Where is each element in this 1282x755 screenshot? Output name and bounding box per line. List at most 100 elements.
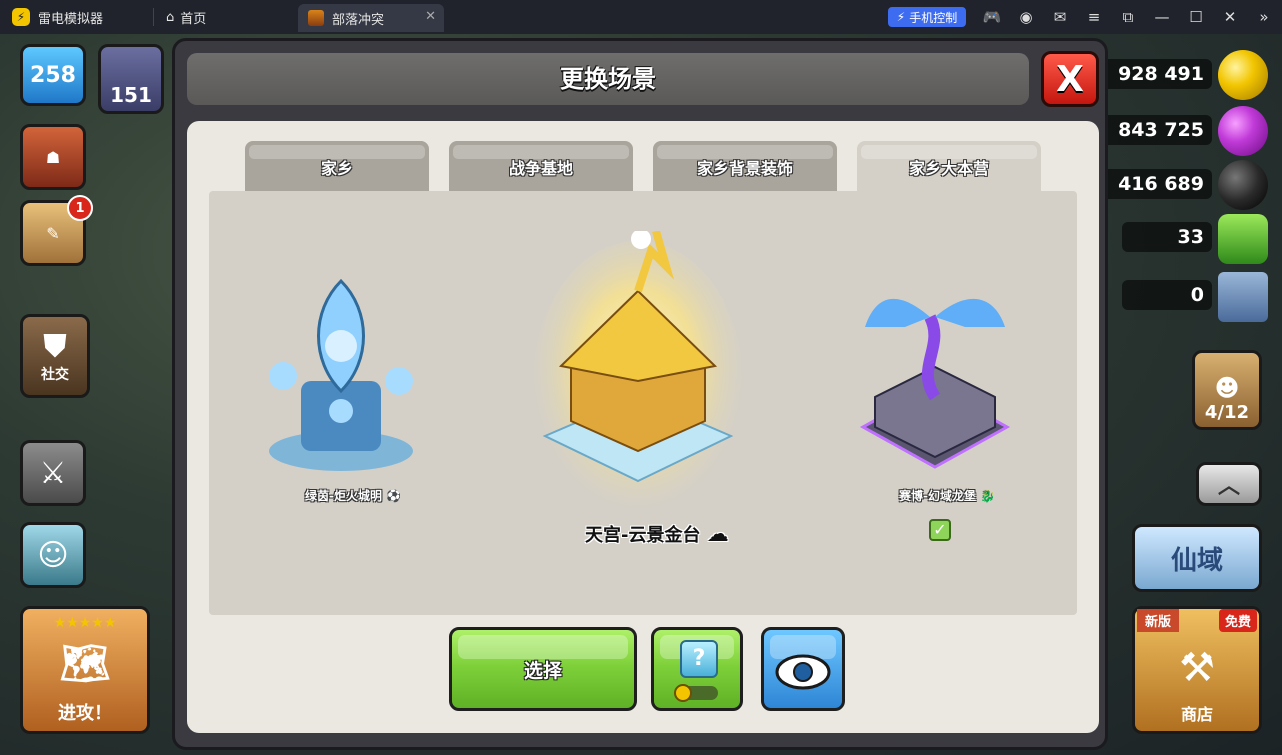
dialog-title: 更换场景: [560, 65, 656, 93]
golden-palace-town-hall-icon: [533, 229, 743, 521]
scene-right-name: 赛博-幻域龙堡: [899, 489, 976, 503]
close-tab-icon[interactable]: ✕: [425, 9, 436, 24]
notification-count: 1: [75, 200, 85, 216]
tab-home-scenery-label: 家乡背景装饰: [696, 159, 793, 178]
hammer-icon: ⚒: [1179, 645, 1215, 691]
stars-icon: ★★★★★: [53, 615, 117, 631]
scene-option-left[interactable]: [261, 271, 421, 481]
preview-button[interactable]: [761, 627, 845, 711]
scene-left-label: 绿茵-炬火城明 ⚽: [305, 487, 401, 504]
barbarian-icon[interactable]: ☺: [20, 522, 86, 588]
elixir-icon: [1218, 106, 1268, 156]
change-scene-dialog: 更换场景 X 家乡 战争基地 家乡背景装饰 家乡大本营 绿茵-炬火城明 ⚽ 天宫…: [172, 38, 1108, 750]
scene-center-label: 天宫-云景金台 ☁: [585, 521, 729, 547]
torch-town-hall-icon: [269, 278, 413, 471]
scene-left-name: 绿茵-炬火城明: [305, 489, 382, 503]
tab-home-scenery[interactable]: 家乡背景装饰: [653, 141, 837, 193]
news-icon[interactable]: ✎ 1: [20, 195, 93, 266]
scene-option-right[interactable]: [855, 287, 1015, 477]
dialog-header: 更换场景: [187, 53, 1029, 105]
gems-amount: 33: [1122, 222, 1212, 252]
shield-icon: ⛊: [43, 328, 67, 364]
scene-option-center[interactable]: [531, 229, 745, 521]
tab-town-hall[interactable]: 家乡大本营: [857, 141, 1041, 193]
scene-center-name: 天宫-云景金台: [585, 525, 701, 546]
window-controls: 🎮 ◉ ✉ ≡ ⧉ — ☐ ✕ »: [982, 0, 1274, 34]
maximize-icon[interactable]: ☐: [1186, 8, 1206, 26]
mail-icon[interactable]: ✉: [1050, 8, 1070, 26]
builders-button[interactable]: ☻ 4/12: [1192, 350, 1262, 430]
builder-icon: ☻: [1214, 374, 1240, 402]
dark-elixir-value: 416 689: [1118, 173, 1204, 195]
minimize-icon[interactable]: —: [1152, 8, 1172, 26]
home-icon: ⌂: [166, 9, 175, 25]
equipped-checkbox: ✓: [929, 519, 951, 541]
social-button[interactable]: ⛊ 社交: [20, 314, 90, 398]
toggle-knob: [674, 684, 692, 702]
event-label: 仙域: [1170, 545, 1223, 576]
chevron-up-icon: ︿: [1217, 474, 1240, 499]
shop-button[interactable]: 新版 免费 ⚒ 商店: [1132, 606, 1262, 734]
close-dialog-button[interactable]: X: [1041, 51, 1099, 107]
game-thumbnail-icon: [308, 10, 324, 26]
level-number: 151: [110, 83, 152, 107]
ticket-icon[interactable]: [1218, 272, 1268, 322]
soccer-ball-icon: ⚽: [386, 489, 402, 503]
swords-icon[interactable]: ⚔: [20, 440, 86, 506]
scene-right-label: 赛博-幻域龙堡 🐉: [899, 487, 995, 504]
dragon-icon: 🐉: [980, 489, 996, 503]
tab-home-label: 家乡: [320, 159, 353, 178]
event-banner[interactable]: 仙域: [1132, 524, 1262, 592]
mystery-cube-icon: ?: [680, 640, 718, 678]
toggle-switch[interactable]: [674, 684, 718, 702]
attack-button[interactable]: ★★★★★ 🗺 进攻！: [20, 606, 150, 734]
lightning-icon: ⚡: [896, 10, 906, 24]
tab-war-base-label: 战争基地: [508, 159, 573, 178]
close-icon: X: [1056, 58, 1084, 100]
select-button[interactable]: 选择: [449, 627, 637, 711]
emulator-app-name: 雷电模拟器: [38, 11, 104, 27]
shop-free-tag: 免费: [1218, 609, 1257, 632]
social-label: 社交: [41, 366, 69, 383]
dark-elixir-icon: [1218, 160, 1268, 210]
divider: [153, 8, 155, 26]
dialog-body: 家乡 战争基地 家乡背景装饰 家乡大本营 绿茵-炬火城明 ⚽ 天宫-云景金台 ☁…: [187, 121, 1099, 733]
expand-sidebar-icon[interactable]: »: [1254, 8, 1274, 26]
shop-label: 商店: [1180, 705, 1213, 724]
tab-war-base[interactable]: 战争基地: [449, 141, 633, 193]
screenshot-icon[interactable]: ⧉: [1118, 8, 1138, 26]
gamepad-icon[interactable]: 🎮: [982, 8, 1002, 26]
scene-panel: 绿茵-炬火城明 ⚽ 天宫-云景金台 ☁ 赛博-幻域龙堡 🐉 ✓: [209, 191, 1077, 615]
tab-home[interactable]: 家乡: [245, 141, 429, 193]
cyber-dragon-town-hall-icon: [859, 298, 1011, 469]
other-amount: 0: [1122, 280, 1212, 310]
war-icon[interactable]: ☗: [20, 124, 86, 190]
tab-game[interactable]: 部落冲突 ✕: [298, 4, 444, 32]
gems-value: 33: [1177, 226, 1204, 248]
emulator-logo-icon: ⚡: [12, 8, 30, 26]
checkmark-icon: ✓: [933, 520, 947, 539]
phone-control-label: 手机控制: [909, 10, 958, 25]
home-tab-label: 首页: [180, 11, 207, 27]
notification-badge: 1: [67, 195, 93, 221]
elixir-value: 843 725: [1118, 119, 1204, 141]
shop-new-tag: 新版: [1137, 609, 1180, 632]
trophy-count: 258: [30, 62, 76, 88]
home-tab[interactable]: ⌂ 首页: [166, 8, 206, 27]
collapse-button[interactable]: ︿: [1196, 462, 1262, 506]
account-icon[interactable]: ◉: [1016, 8, 1036, 26]
emulator-title-bar: ⚡ 雷电模拟器 ⌂ 首页 部落冲突 ✕ ⚡ 手机控制 🎮 ◉ ✉ ≡ ⧉ — ☐…: [0, 0, 1282, 34]
close-window-icon[interactable]: ✕: [1220, 8, 1240, 26]
gem-icon[interactable]: [1218, 214, 1268, 264]
trophy-badge[interactable]: 258: [20, 44, 86, 106]
attack-label: 进攻！: [58, 703, 112, 724]
menu-icon[interactable]: ≡: [1084, 8, 1104, 26]
builders-count: 4/12: [1204, 402, 1250, 423]
phone-control-button[interactable]: ⚡ 手机控制: [888, 7, 966, 27]
level-badge[interactable]: 151: [98, 44, 164, 114]
random-scene-button[interactable]: ?: [651, 627, 743, 711]
other-value: 0: [1190, 284, 1204, 306]
eye-icon: [775, 654, 831, 690]
gold-icon: [1218, 50, 1268, 100]
select-label: 选择: [523, 659, 562, 682]
